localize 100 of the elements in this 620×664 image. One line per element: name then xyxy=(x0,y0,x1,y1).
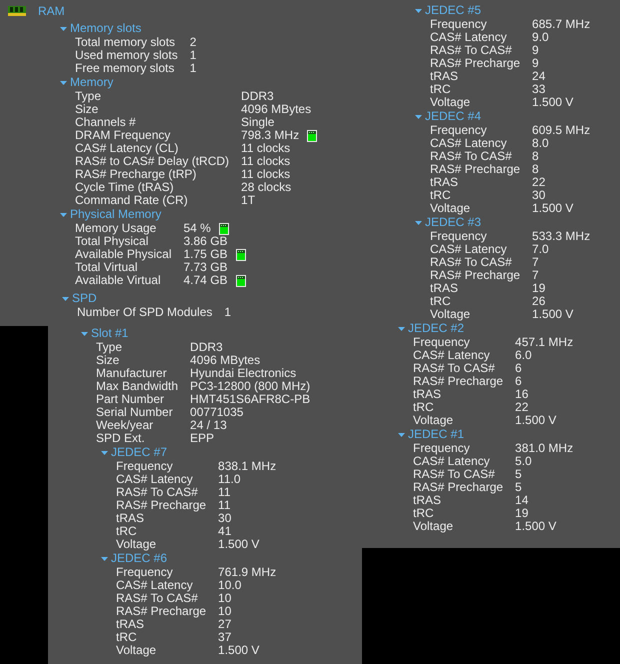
memory-module-icon xyxy=(236,248,246,260)
property-value: 6 xyxy=(515,362,522,375)
collapse-icon[interactable] xyxy=(101,555,108,562)
property-value: 26 xyxy=(532,295,546,308)
collapse-icon[interactable] xyxy=(60,25,67,32)
section-title[interactable]: Memory slots xyxy=(70,22,142,35)
collapse-icon[interactable] xyxy=(415,113,422,120)
property-value: 1.500 V xyxy=(515,414,556,427)
property-label: Manufacturer xyxy=(96,367,168,380)
property-value: 10.0 xyxy=(218,579,242,592)
memory-module-icon xyxy=(8,6,26,16)
property-label: tRAS xyxy=(430,70,460,83)
section-title[interactable]: SPD xyxy=(72,292,97,305)
property-value: 4.74 GB xyxy=(184,274,228,287)
property-label: CAS# Latency xyxy=(413,349,491,362)
property-value: 11 clocks xyxy=(241,142,290,155)
collapse-icon[interactable] xyxy=(81,330,88,337)
section-title[interactable]: Memory xyxy=(70,76,114,89)
property-value: EPP xyxy=(190,432,214,445)
collapse-icon[interactable] xyxy=(415,219,422,226)
property-label: tRC xyxy=(413,507,435,520)
property-label: Used memory slots xyxy=(75,49,178,62)
collapse-icon[interactable] xyxy=(62,295,69,302)
property-label: tRAS xyxy=(430,176,460,189)
property-value: 8 xyxy=(532,150,539,163)
property-label: Available Virtual xyxy=(75,274,162,287)
property-value: 381.0 MHz xyxy=(515,442,574,455)
property-value: DDR3 xyxy=(190,341,223,354)
property-label: Voltage xyxy=(116,644,158,657)
collapse-icon[interactable] xyxy=(398,325,405,332)
property-value: 37 xyxy=(218,631,232,644)
section-title[interactable]: JEDEC #6 xyxy=(111,552,168,565)
property-value: 41 xyxy=(218,525,232,538)
section-title[interactable]: JEDEC #7 xyxy=(111,446,168,459)
property-label: RAS# To CAS# xyxy=(430,150,513,163)
property-label: RAS# To CAS# xyxy=(413,468,496,481)
section-title[interactable]: JEDEC #5 xyxy=(425,4,482,17)
memory-module-icon xyxy=(307,130,318,142)
property-label: Voltage xyxy=(430,96,472,109)
property-value: 838.1 MHz xyxy=(218,460,276,473)
property-value: 9 xyxy=(532,57,539,70)
property-label: RAS# Precharge xyxy=(430,57,520,70)
section-title[interactable]: JEDEC #1 xyxy=(408,428,464,441)
property-value: Single xyxy=(241,116,274,129)
property-label: RAS# To CAS# xyxy=(116,486,199,499)
property-label: Cycle Time (tRAS) xyxy=(75,181,174,194)
property-value: 16 xyxy=(515,388,528,401)
section-title[interactable]: JEDEC #2 xyxy=(408,322,464,335)
property-value: 1.500 V xyxy=(532,308,574,321)
property-value: 3.86 GB xyxy=(184,235,228,248)
property-value: 00771035 xyxy=(190,406,244,419)
property-value: 7.73 GB xyxy=(184,261,228,274)
property-label: Voltage xyxy=(116,538,158,551)
property-value: 6.0 xyxy=(515,349,532,362)
property-label: RAS# To CAS# xyxy=(430,256,513,269)
property-label: CAS# Latency xyxy=(116,579,194,592)
collapse-icon[interactable] xyxy=(398,431,405,438)
collapse-icon[interactable] xyxy=(60,79,67,86)
section-title[interactable]: JEDEC #4 xyxy=(425,110,482,123)
property-label: Week/year xyxy=(96,419,154,432)
property-label: Channels # xyxy=(75,116,137,129)
property-value: 30 xyxy=(218,512,232,525)
property-label: RAS# Precharge xyxy=(116,499,206,512)
property-value: 7 xyxy=(532,269,539,282)
property-value: Hyundai Electronics xyxy=(190,367,296,380)
section-title[interactable]: Slot #1 xyxy=(91,327,128,340)
collapse-icon[interactable] xyxy=(415,7,422,14)
section-title[interactable]: Physical Memory xyxy=(70,208,162,221)
property-value: 4096 MBytes xyxy=(241,103,312,116)
property-label: Voltage xyxy=(430,308,472,321)
property-value: 9.0 xyxy=(532,31,549,44)
property-label: tRC xyxy=(116,631,138,644)
property-value: 30 xyxy=(532,189,546,202)
property-value: 11 xyxy=(218,486,231,499)
property-label: CAS# Latency xyxy=(116,473,194,486)
property-label: RAS# To CAS# xyxy=(430,44,513,57)
property-value: 7 xyxy=(532,256,539,269)
property-value: 6 xyxy=(515,375,522,388)
property-value: 28 clocks xyxy=(241,181,292,194)
property-value: PC3-12800 (800 MHz) xyxy=(190,380,310,393)
property-label: CAS# Latency (CL) xyxy=(75,142,180,155)
property-label: CAS# Latency xyxy=(430,137,508,150)
property-label: tRAS xyxy=(430,282,460,295)
property-label: Available Physical xyxy=(75,248,172,261)
property-label: RAS# Precharge xyxy=(430,163,520,176)
property-label: Voltage xyxy=(413,520,454,533)
property-value: 5 xyxy=(515,481,522,494)
property-label: Serial Number xyxy=(96,406,174,419)
property-value: 4096 MBytes xyxy=(190,354,260,367)
section-title[interactable]: JEDEC #3 xyxy=(425,216,482,229)
property-label: Total Virtual xyxy=(75,261,138,274)
collapse-icon[interactable] xyxy=(60,211,67,218)
collapse-icon[interactable] xyxy=(101,449,108,456)
property-value: 609.5 MHz xyxy=(532,124,590,137)
tree-root-title[interactable]: RAM xyxy=(38,4,65,18)
property-value: 19 xyxy=(515,507,528,520)
property-value: 2 xyxy=(190,36,196,49)
property-value: 1T xyxy=(241,194,256,207)
property-label: RAS# Precharge xyxy=(116,605,206,618)
property-label: Frequency xyxy=(430,230,488,243)
